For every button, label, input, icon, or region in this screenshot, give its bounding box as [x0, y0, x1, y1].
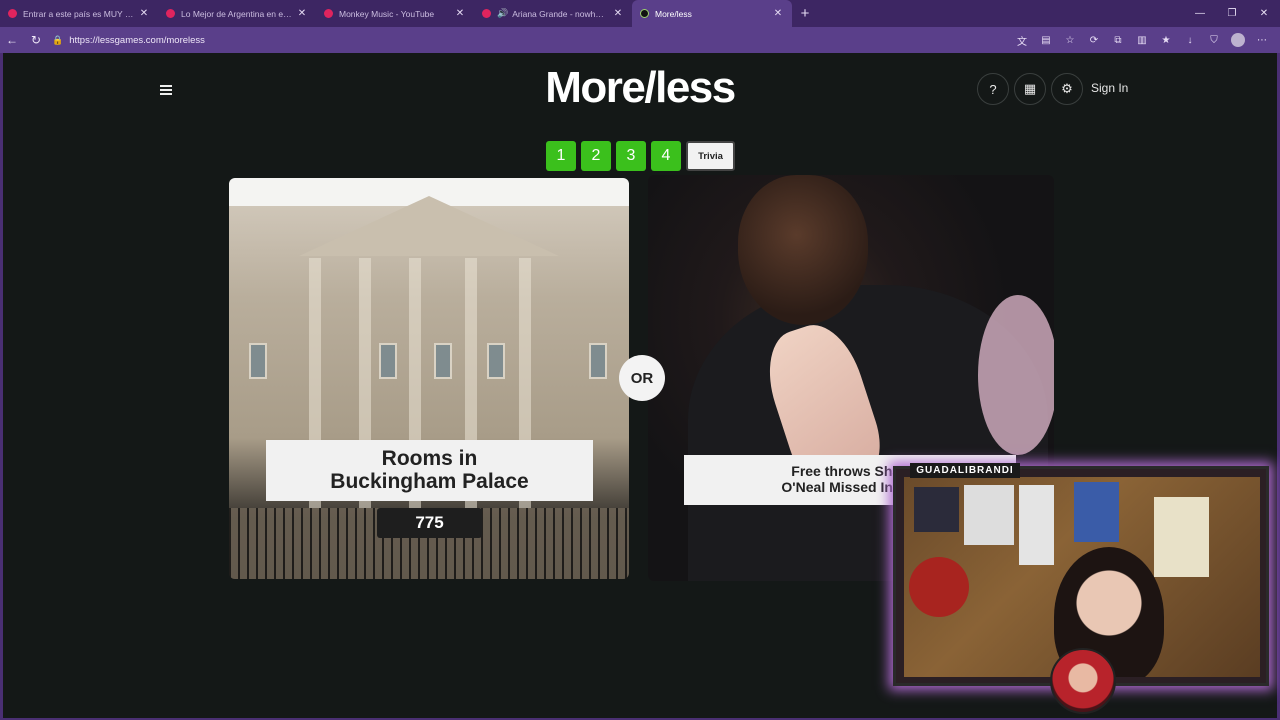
close-window-icon[interactable]: ✕	[1248, 0, 1280, 27]
streamer-name: GUADALIBRANDI	[910, 463, 1020, 478]
webcam-video	[904, 477, 1260, 677]
url-field[interactable]: 🔒 https://lessgames.com/moreless	[52, 30, 205, 50]
reload-icon[interactable]: ↻	[24, 33, 48, 47]
split-screen-icon[interactable]: ▥	[1130, 35, 1154, 46]
url-text: https://lessgames.com/moreless	[69, 34, 205, 46]
palace-window	[487, 343, 505, 379]
youtube-favicon-icon	[8, 9, 17, 18]
tab-title: Lo Mejor de Argentina en el Mundo	[181, 8, 292, 19]
tab-title: Entrar a este país es MUY difícil y...	[23, 8, 134, 19]
back-icon[interactable]: ←	[0, 33, 24, 47]
palace-window	[589, 343, 607, 379]
reader-icon[interactable]: ▤	[1034, 35, 1058, 46]
level-4-button[interactable]: 4	[651, 141, 681, 171]
platform-sign	[909, 557, 969, 617]
more-options-icon[interactable]: ⋯	[1250, 35, 1274, 46]
photo-person-head	[738, 175, 868, 325]
gear-icon: ⚙	[1061, 81, 1073, 96]
translate-icon[interactable]: 文	[1010, 33, 1034, 48]
tab-strip: Entrar a este país es MUY difícil y... ✕…	[0, 0, 1280, 27]
downloads-icon[interactable]: ↓	[1178, 35, 1202, 46]
restore-icon[interactable]: ❐	[1216, 0, 1248, 27]
left-label-line2: Buckingham Palace	[330, 470, 529, 493]
left-card[interactable]: Rooms in Buckingham Palace 775	[229, 178, 629, 579]
level-2-button[interactable]: 2	[581, 141, 611, 171]
palace-pediment	[299, 196, 559, 256]
tab-close-icon[interactable]: ✕	[612, 8, 624, 19]
help-icon: ?	[989, 81, 997, 97]
profile-avatar-icon[interactable]	[1231, 33, 1245, 47]
left-card-value: 775	[377, 508, 482, 538]
refresh-extension-icon[interactable]: ⟳	[1082, 35, 1106, 46]
tab-close-icon[interactable]: ✕	[454, 8, 466, 19]
favorites-icon[interactable]: ★	[1154, 35, 1178, 46]
tab-title: Ariana Grande - nowhere, nobody	[512, 8, 608, 19]
shield-icon[interactable]: ⛉	[1202, 35, 1226, 46]
calendar-icon: ▦	[1023, 81, 1037, 96]
tab-title: Monkey Music - YouTube	[339, 8, 435, 19]
site-logo[interactable]: More/less	[3, 63, 1277, 113]
poster	[914, 487, 959, 532]
palace-window	[249, 343, 267, 379]
tab-0[interactable]: Entrar a este país es MUY difícil y... ✕	[0, 0, 158, 27]
tab-1[interactable]: Lo Mejor de Argentina en el Mundo ✕	[158, 0, 316, 27]
poster	[1019, 485, 1054, 565]
poster	[1154, 497, 1209, 577]
tab-close-icon[interactable]: ✕	[296, 8, 308, 19]
youtube-favicon-icon	[324, 9, 333, 18]
tab-3[interactable]: 🔊 Ariana Grande - nowhere, nobody ✕	[474, 0, 632, 27]
streamer-avatar	[1050, 648, 1116, 714]
tab-title: More/less	[655, 8, 692, 19]
tab-2[interactable]: Monkey Music - YouTube ✕	[316, 0, 474, 27]
speaker-icon[interactable]: 🔊	[497, 8, 508, 19]
palace-window	[434, 343, 452, 379]
tab-close-icon[interactable]: ✕	[138, 8, 150, 19]
favorite-star-icon[interactable]: ☆	[1058, 35, 1082, 46]
tab-close-icon[interactable]: ✕	[772, 8, 784, 19]
sign-in-link[interactable]: Sign In	[1091, 81, 1128, 95]
palace-window	[379, 343, 397, 379]
youtube-favicon-icon	[482, 9, 491, 18]
minimize-icon[interactable]: —	[1184, 0, 1216, 27]
poster	[964, 485, 1014, 545]
lock-icon[interactable]: 🔒	[52, 35, 63, 46]
youtube-favicon-icon	[166, 9, 175, 18]
extensions-icon[interactable]: ⧉	[1106, 35, 1130, 46]
tab-4[interactable]: More/less ✕	[632, 0, 792, 27]
poster	[1074, 482, 1119, 542]
calendar-button[interactable]: ▦	[1014, 73, 1046, 105]
address-bar-row: ← ↻ 🔒 https://lessgames.com/moreless 文 ▤…	[0, 27, 1280, 53]
browser-toolbar: 文 ▤ ☆ ⟳ ⧉ ▥ ★ ↓ ⛉ ⋯	[1010, 27, 1274, 53]
level-1-button[interactable]: 1	[546, 141, 576, 171]
left-label-line1: Rooms in	[381, 447, 478, 470]
left-card-label: Rooms in Buckingham Palace	[266, 440, 593, 501]
or-badge: OR	[619, 355, 665, 401]
trivia-button[interactable]: Trivia	[686, 141, 735, 171]
level-3-button[interactable]: 3	[616, 141, 646, 171]
level-selector: 1 2 3 4 Trivia	[546, 141, 735, 171]
window-controls: — ❐ ✕	[1184, 0, 1280, 27]
photo-blur	[978, 295, 1054, 455]
help-button[interactable]: ?	[977, 73, 1009, 105]
settings-button[interactable]: ⚙	[1051, 73, 1083, 105]
moreless-favicon-icon	[640, 9, 649, 18]
new-tab-button[interactable]: +	[792, 5, 818, 22]
